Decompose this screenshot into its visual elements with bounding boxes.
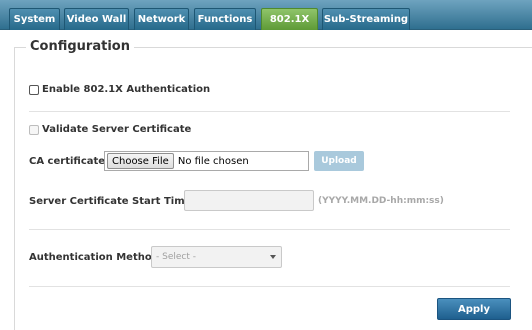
start-time-format-hint: (YYYY.MM.DD-hh:mm:ss) (318, 196, 444, 206)
enable-8021x-label: Enable 802.1X Authentication (42, 84, 211, 95)
ca-certificate-file-input[interactable]: Choose File No file chosen (104, 151, 309, 171)
tab-8021x[interactable]: 802.1X (261, 8, 318, 30)
tab-functions[interactable]: Functions (194, 8, 256, 30)
enable-8021x-row: Enable 802.1X Authentication (29, 84, 210, 95)
enable-8021x-checkbox[interactable] (29, 84, 39, 95)
tab-system[interactable]: System (9, 8, 60, 30)
auth-method-label: Authentication Method: (29, 252, 163, 263)
upload-button: Upload (314, 151, 364, 171)
validate-cert-label: Validate Server Certificate (42, 124, 192, 135)
start-time-input (184, 190, 314, 211)
start-time-label: Server Certificate Start Time: (29, 196, 196, 207)
tab-sub-streaming[interactable]: Sub-Streaming (322, 8, 410, 30)
divider (29, 111, 510, 112)
configuration-title: Configuration (26, 39, 134, 54)
file-status-text: No file chosen (177, 155, 249, 167)
divider (29, 229, 510, 230)
divider (29, 286, 510, 287)
tab-video-wall[interactable]: Video Wall (64, 8, 129, 30)
validate-cert-checkbox (29, 124, 39, 135)
apply-button[interactable]: Apply (437, 298, 511, 320)
auth-method-select: - Select - (151, 246, 282, 268)
tab-bar: System Video Wall Network Functions 802.… (0, 0, 532, 30)
chevron-down-icon (270, 255, 276, 259)
auth-method-selected: - Select - (156, 252, 196, 262)
tab-network[interactable]: Network (134, 8, 189, 30)
ca-certificate-label: CA certificate: (29, 156, 110, 167)
validate-cert-row: Validate Server Certificate (29, 124, 191, 135)
choose-file-button[interactable]: Choose File (107, 153, 174, 169)
